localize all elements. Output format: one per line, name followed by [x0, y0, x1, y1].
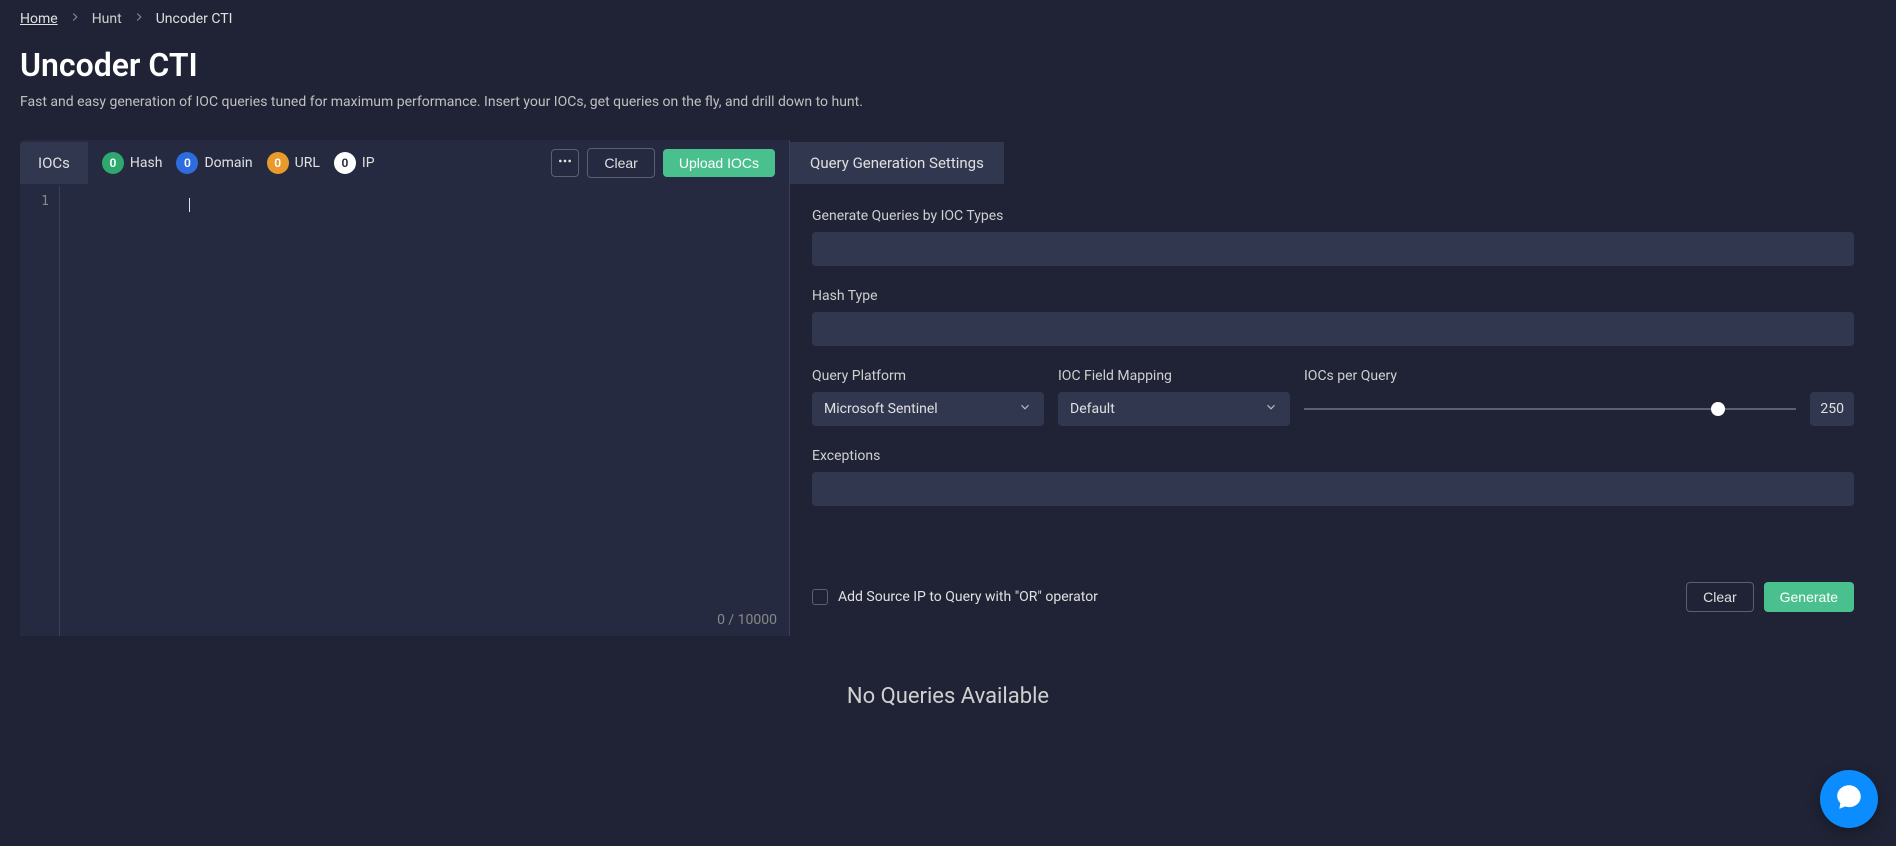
page-subtitle: Fast and easy generation of IOC queries … [20, 94, 1876, 110]
breadcrumb-home[interactable]: Home [20, 11, 58, 27]
badge-hash: 0 Hash [102, 152, 163, 174]
badge-domain: 0 Domain [176, 152, 252, 174]
chevron-down-icon [1264, 400, 1278, 418]
chevron-right-icon [132, 10, 146, 28]
chat-icon [1834, 782, 1864, 816]
badge-ip-count: 0 [334, 152, 356, 174]
settings-panel: Query Generation Settings Generate Queri… [790, 140, 1876, 636]
iocs-panel: IOCs 0 Hash 0 Domain 0 URL 0 IP [20, 140, 790, 636]
source-ip-checkbox-label: Add Source IP to Query with "OR" operato… [838, 589, 1098, 605]
badge-domain-count: 0 [176, 152, 198, 174]
dots-horizontal-icon [557, 153, 573, 173]
iocs-per-query-label: IOCs per Query [1304, 368, 1854, 384]
line-number: 1 [20, 194, 49, 209]
hash-type-label: Hash Type [812, 288, 1854, 304]
ioc-types-label: Generate Queries by IOC Types [812, 208, 1854, 224]
exceptions-input[interactable] [812, 472, 1854, 506]
generate-button[interactable]: Generate [1764, 582, 1854, 612]
platform-label: Query Platform [812, 368, 1044, 384]
badge-ip-label: IP [362, 155, 375, 171]
badge-domain-label: Domain [204, 155, 252, 171]
breadcrumb: Home Hunt Uncoder CTI [0, 0, 1896, 38]
slider-value: 250 [1810, 392, 1854, 426]
no-queries-message: No Queries Available [0, 636, 1896, 709]
breadcrumb-current: Uncoder CTI [156, 11, 233, 27]
page-title: Uncoder CTI [20, 46, 1876, 84]
badge-url: 0 URL [267, 152, 320, 174]
editor-textarea[interactable] [60, 186, 789, 636]
mapping-value: Default [1070, 401, 1115, 417]
ioc-editor[interactable]: 1 0 / 10000 [20, 186, 789, 636]
badge-hash-label: Hash [130, 155, 163, 171]
platform-value: Microsoft Sentinel [824, 401, 938, 417]
breadcrumb-hunt[interactable]: Hunt [92, 11, 122, 27]
chat-widget-button[interactable] [1820, 770, 1878, 828]
clear-settings-button[interactable]: Clear [1686, 582, 1753, 612]
editor-gutter: 1 [20, 186, 60, 636]
exceptions-label: Exceptions [812, 448, 1854, 464]
upload-iocs-button[interactable]: Upload IOCs [663, 149, 775, 177]
hash-type-input[interactable] [812, 312, 1854, 346]
mapping-label: IOC Field Mapping [1058, 368, 1290, 384]
char-counter: 0 / 10000 [717, 612, 777, 628]
badge-url-label: URL [295, 155, 320, 171]
slider-thumb[interactable] [1711, 402, 1725, 416]
more-options-button[interactable] [551, 149, 579, 177]
chevron-right-icon [68, 10, 82, 28]
chevron-down-icon [1018, 400, 1032, 418]
tab-iocs[interactable]: IOCs [20, 142, 88, 184]
platform-select[interactable]: Microsoft Sentinel [812, 392, 1044, 426]
iocs-per-query-slider[interactable] [1304, 408, 1796, 410]
badge-url-count: 0 [267, 152, 289, 174]
source-ip-checkbox[interactable] [812, 589, 828, 605]
mapping-select[interactable]: Default [1058, 392, 1290, 426]
badge-ip: 0 IP [334, 152, 375, 174]
ioc-types-input[interactable] [812, 232, 1854, 266]
badge-hash-count: 0 [102, 152, 124, 174]
tab-settings[interactable]: Query Generation Settings [790, 142, 1004, 184]
clear-iocs-button[interactable]: Clear [587, 148, 654, 178]
text-cursor-icon [189, 198, 190, 212]
